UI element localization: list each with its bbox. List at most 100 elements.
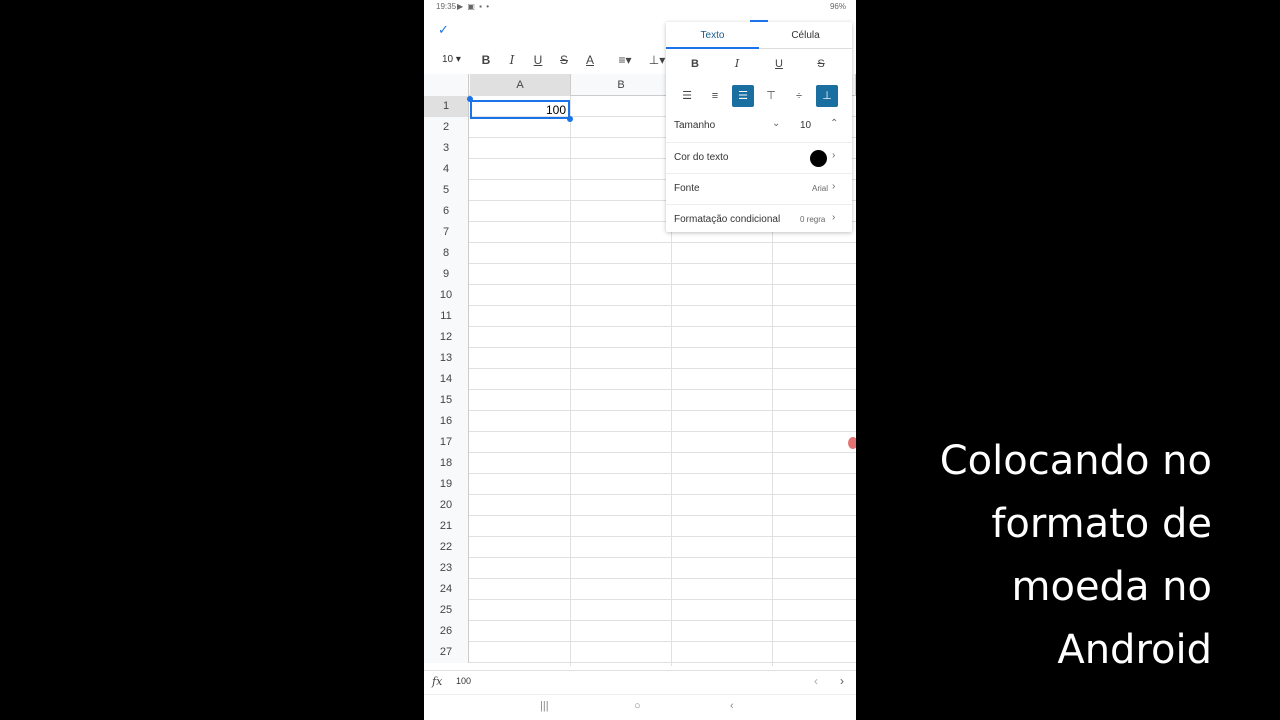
table-row[interactable]: 26 xyxy=(424,621,856,642)
row-header[interactable]: 1 xyxy=(424,96,469,117)
align-center-icon[interactable]: ≡ xyxy=(704,85,726,107)
vertical-align-dropdown-icon[interactable]: ⊥▾ xyxy=(646,51,668,69)
row-header[interactable]: 7 xyxy=(424,222,469,243)
row-header[interactable]: 8 xyxy=(424,243,469,264)
back-icon[interactable]: ‹ xyxy=(730,700,734,712)
size-increase-icon[interactable]: ⌃ xyxy=(830,118,838,129)
row-header[interactable]: 6 xyxy=(424,201,469,222)
text-style-row: B I U S xyxy=(666,51,852,77)
column-header-b[interactable]: B xyxy=(571,74,672,96)
text-color-button[interactable]: A xyxy=(580,51,600,69)
size-decrease-icon[interactable]: ⌄ xyxy=(772,118,780,129)
selected-cell-a1[interactable]: 100 xyxy=(470,100,570,119)
row-header[interactable]: 13 xyxy=(424,348,469,369)
table-row[interactable]: 18 xyxy=(424,453,856,474)
chevron-left-icon[interactable]: ‹ xyxy=(814,674,818,688)
table-row[interactable]: 13 xyxy=(424,348,856,369)
valign-middle-icon[interactable]: ÷ xyxy=(788,85,810,107)
valign-top-icon[interactable]: ⊤ xyxy=(760,85,782,107)
text-color-row[interactable]: Cor do texto › xyxy=(666,142,852,173)
text-color-label: Cor do texto xyxy=(674,152,729,163)
row-header[interactable]: 5 xyxy=(424,180,469,201)
selection-handle-top[interactable] xyxy=(467,96,473,102)
table-row[interactable]: 27 xyxy=(424,642,856,663)
row-header[interactable]: 11 xyxy=(424,306,469,327)
table-row[interactable]: 24 xyxy=(424,579,856,600)
row-header[interactable]: 16 xyxy=(424,411,469,432)
panel-underline-button[interactable]: U xyxy=(768,53,790,75)
row-header[interactable]: 25 xyxy=(424,600,469,621)
row-header[interactable]: 20 xyxy=(424,495,469,516)
table-row[interactable]: 19 xyxy=(424,474,856,495)
table-row[interactable]: 15 xyxy=(424,390,856,411)
home-icon[interactable]: ○ xyxy=(634,700,641,712)
row-header[interactable]: 22 xyxy=(424,537,469,558)
table-row[interactable]: 12 xyxy=(424,327,856,348)
row-header[interactable]: 19 xyxy=(424,474,469,495)
format-panel: Texto Célula B I U S ☰ ≡ ☰ ⊤ ÷ ⊥ Tamanho… xyxy=(666,20,852,235)
table-row[interactable]: 9 xyxy=(424,264,856,285)
tab-celula[interactable]: Célula xyxy=(759,22,852,49)
row-header[interactable]: 3 xyxy=(424,138,469,159)
panel-strike-button[interactable]: S xyxy=(810,53,832,75)
font-size-row: Tamanho ⌄ 10 ⌃ xyxy=(666,111,852,142)
select-all-corner[interactable] xyxy=(424,74,469,96)
row-header[interactable]: 10 xyxy=(424,285,469,306)
color-swatch xyxy=(810,150,827,167)
panel-bold-button[interactable]: B xyxy=(684,53,706,75)
row-header[interactable]: 12 xyxy=(424,327,469,348)
cell-value: 100 xyxy=(545,103,566,117)
tab-texto[interactable]: Texto xyxy=(666,22,759,49)
table-row[interactable]: 23 xyxy=(424,558,856,579)
panel-italic-button[interactable]: I xyxy=(726,53,748,75)
row-header[interactable]: 24 xyxy=(424,579,469,600)
chevron-right-icon: › xyxy=(832,150,836,161)
formula-value[interactable]: 100 xyxy=(456,676,471,686)
size-value: 10 xyxy=(800,120,812,131)
strikethrough-button[interactable]: S xyxy=(554,51,574,69)
row-header[interactable]: 9 xyxy=(424,264,469,285)
align-right-icon[interactable]: ☰ xyxy=(732,85,754,107)
table-row[interactable]: 17 xyxy=(424,432,856,453)
selection-handle-bottom[interactable] xyxy=(567,116,573,122)
table-row[interactable]: 21 xyxy=(424,516,856,537)
row-header[interactable]: 23 xyxy=(424,558,469,579)
fx-icon: fx xyxy=(432,675,443,688)
conditional-value: 0 regra xyxy=(800,215,826,224)
row-header[interactable]: 14 xyxy=(424,369,469,390)
valign-bottom-icon[interactable]: ⊥ xyxy=(816,85,838,107)
table-row[interactable]: 20 xyxy=(424,495,856,516)
column-header-a[interactable]: A xyxy=(470,74,571,96)
table-row[interactable]: 22 xyxy=(424,537,856,558)
table-row[interactable]: 10 xyxy=(424,285,856,306)
table-row[interactable]: 14 xyxy=(424,369,856,390)
table-row[interactable]: 25 xyxy=(424,600,856,621)
video-caption: Colocando no formato de moeda no Android xyxy=(892,430,1212,682)
row-header[interactable]: 27 xyxy=(424,642,469,663)
caption-line: moeda no xyxy=(1011,564,1213,610)
row-header[interactable]: 18 xyxy=(424,453,469,474)
table-row[interactable]: 8 xyxy=(424,243,856,264)
font-size-dropdown[interactable]: 10 ▾ xyxy=(442,54,461,65)
formula-bar[interactable]: fx 100 ‹ › xyxy=(424,670,856,692)
conditional-format-row[interactable]: Formatação condicional 0 regra › xyxy=(666,204,852,235)
row-header[interactable]: 17 xyxy=(424,432,469,453)
conditional-label: Formatação condicional xyxy=(674,214,781,225)
bold-button[interactable]: B xyxy=(476,51,496,69)
font-row[interactable]: Fonte Arial › xyxy=(666,173,852,204)
row-header[interactable]: 21 xyxy=(424,516,469,537)
row-header[interactable]: 4 xyxy=(424,159,469,180)
row-header[interactable]: 26 xyxy=(424,621,469,642)
row-header[interactable]: 2 xyxy=(424,117,469,138)
align-left-icon[interactable]: ☰ xyxy=(676,85,698,107)
chevron-right-icon[interactable]: › xyxy=(840,674,844,688)
row-header[interactable]: 15 xyxy=(424,390,469,411)
recent-apps-icon[interactable]: ||| xyxy=(540,700,549,712)
align-dropdown-icon[interactable]: ≡▾ xyxy=(612,51,638,69)
status-bar: 19:35 ▶ ▣ ▪ • 96% xyxy=(424,0,856,14)
italic-button[interactable]: I xyxy=(502,51,522,69)
confirm-check-icon[interactable]: ✓ xyxy=(438,22,449,38)
table-row[interactable]: 11 xyxy=(424,306,856,327)
table-row[interactable]: 16 xyxy=(424,411,856,432)
underline-button[interactable]: U xyxy=(528,51,548,69)
